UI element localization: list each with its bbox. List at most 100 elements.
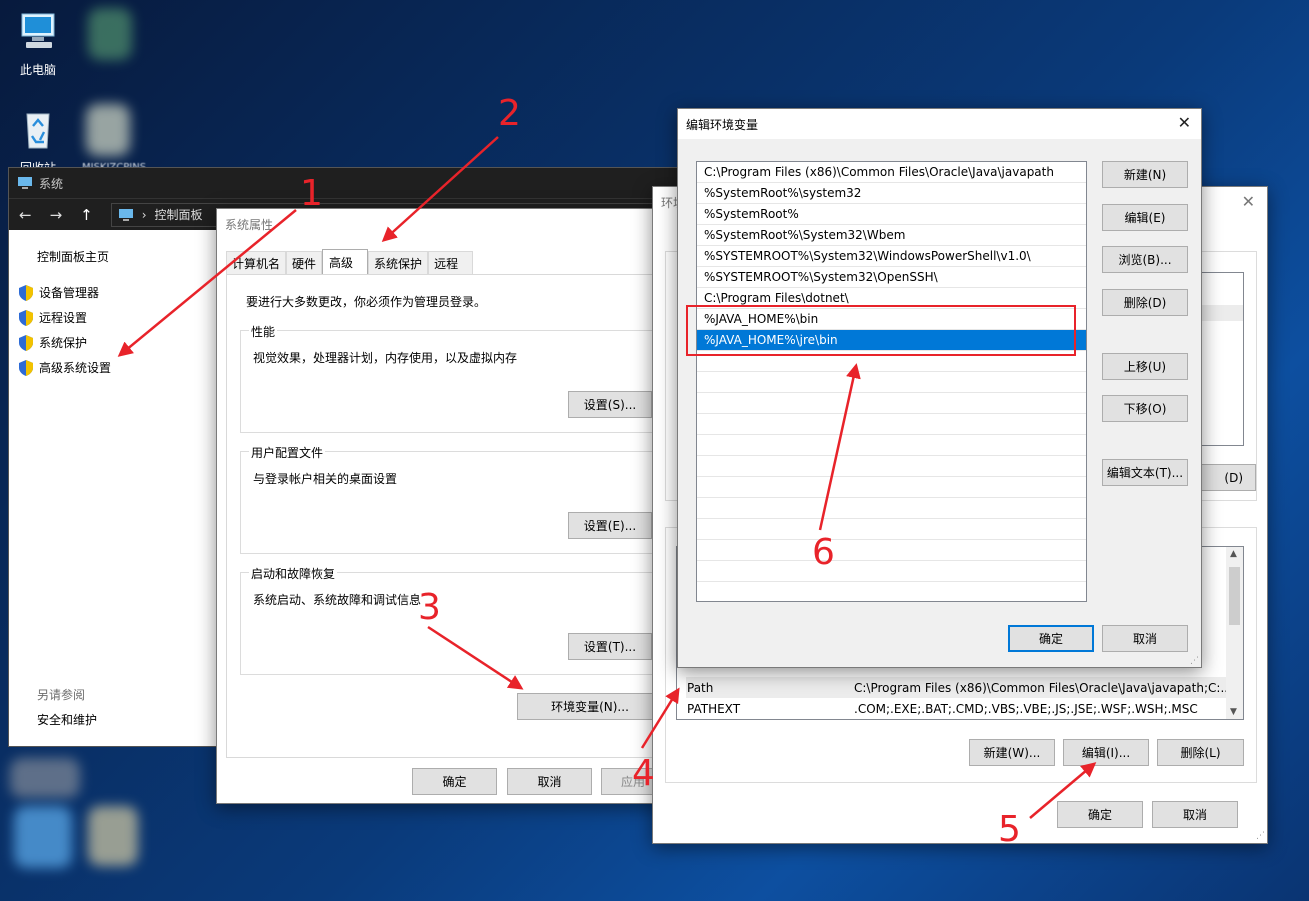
back-arrow-icon[interactable]: ← bbox=[19, 206, 32, 224]
cancel-button[interactable]: 取消 bbox=[1102, 625, 1188, 652]
tab-remote[interactable]: 远程 bbox=[428, 251, 474, 274]
list-item[interactable] bbox=[697, 393, 1086, 414]
performance-group: 性能 视觉效果，处理器计划，内存使用，以及虚拟内存 设置(S)... bbox=[240, 323, 670, 433]
move-up-button[interactable]: 上移(U) bbox=[1102, 353, 1188, 380]
list-item[interactable] bbox=[697, 561, 1086, 582]
list-item[interactable]: %SystemRoot%\system32 bbox=[697, 183, 1086, 204]
list-item[interactable]: %SYSTEMROOT%\System32\OpenSSH\ bbox=[697, 267, 1086, 288]
list-item[interactable] bbox=[697, 498, 1086, 519]
step-label-3: 3 bbox=[418, 587, 441, 628]
close-icon[interactable]: ✕ bbox=[1242, 192, 1255, 211]
list-item[interactable] bbox=[697, 414, 1086, 435]
performance-settings-button[interactable]: 设置(S)... bbox=[568, 391, 652, 418]
edit-path-button[interactable]: 编辑(E) bbox=[1102, 204, 1188, 231]
step-label-1: 1 bbox=[300, 173, 323, 214]
scroll-up-icon[interactable]: ▲ bbox=[1230, 549, 1237, 559]
cancel-button[interactable]: 取消 bbox=[507, 768, 592, 795]
ok-button[interactable]: 确定 bbox=[1008, 625, 1094, 652]
delete-path-button[interactable]: 删除(D) bbox=[1102, 289, 1188, 316]
ok-button[interactable]: 确定 bbox=[412, 768, 497, 795]
control-panel-home-link[interactable]: 控制面板主页 bbox=[37, 248, 109, 265]
new-variable-button[interactable]: 新建(W)... bbox=[969, 739, 1055, 766]
tab-system-protection[interactable]: 系统保护 bbox=[368, 251, 429, 274]
list-item[interactable] bbox=[697, 582, 1086, 601]
blurred-desktop-icon bbox=[14, 806, 72, 868]
step-label-6: 6 bbox=[812, 532, 835, 573]
breadcrumb[interactable]: 控制面板 bbox=[155, 206, 203, 223]
edit-variable-button[interactable]: 编辑(I)... bbox=[1063, 739, 1149, 766]
profile-settings-button[interactable]: 设置(E)... bbox=[568, 512, 652, 539]
list-item[interactable] bbox=[697, 372, 1086, 393]
scroll-down-icon[interactable]: ▼ bbox=[1230, 707, 1237, 717]
table-row[interactable]: PATHEXT .COM;.EXE;.BAT;.CMD;.VBS;.VBE;.J… bbox=[686, 698, 1226, 719]
sidebar-item-remote-settings[interactable]: 远程设置 bbox=[19, 309, 87, 326]
edit-text-button[interactable]: 编辑文本(T)... bbox=[1102, 459, 1188, 486]
sidebar-item-device-manager[interactable]: 设备管理器 bbox=[19, 284, 99, 301]
group-description: 系统启动、系统故障和调试信息 bbox=[253, 593, 422, 607]
scroll-thumb[interactable] bbox=[1229, 567, 1240, 625]
list-item[interactable]: C:\Program Files\dotnet\ bbox=[697, 288, 1086, 309]
dialog-titlebar[interactable]: 编辑环境变量 bbox=[678, 109, 1201, 139]
group-description: 视觉效果，处理器计划，内存使用，以及虚拟内存 bbox=[253, 351, 518, 365]
list-item[interactable]: %SYSTEMROOT%\System32\WindowsPowerShell\… bbox=[697, 246, 1086, 267]
shield-icon bbox=[19, 359, 33, 376]
desktop-icon-this-pc[interactable]: 此电脑 bbox=[2, 10, 74, 78]
desktop-icon-label: 此电脑 bbox=[19, 63, 56, 77]
startup-settings-button[interactable]: 设置(T)... bbox=[568, 633, 652, 660]
up-arrow-icon[interactable]: ↑ bbox=[80, 206, 93, 224]
list-item[interactable]: C:\Program Files (x86)\Common Files\Orac… bbox=[697, 162, 1086, 183]
list-item[interactable]: %SystemRoot%\System32\Wbem bbox=[697, 225, 1086, 246]
security-maintenance-link[interactable]: 安全和维护 bbox=[37, 711, 97, 728]
tab-advanced[interactable]: 高级 bbox=[322, 249, 369, 275]
computer-icon bbox=[18, 177, 32, 189]
close-icon[interactable]: ✕ bbox=[1178, 113, 1191, 132]
delete-variable-button[interactable]: 删除(L) bbox=[1157, 739, 1244, 766]
cancel-button[interactable]: 取消 bbox=[1152, 801, 1238, 828]
shield-icon bbox=[19, 309, 33, 326]
tab-strip: 计算机名 硬件 高级 系统保护 远程 bbox=[226, 249, 474, 275]
desktop-icon-recycle-bin[interactable]: 回收站 bbox=[2, 108, 74, 176]
dialog-titlebar[interactable]: 系统属性 bbox=[217, 209, 665, 239]
sidebar-item-label: 系统保护 bbox=[39, 336, 88, 350]
resize-grip-icon[interactable]: ⋰ bbox=[1256, 831, 1265, 841]
list-item[interactable]: %SystemRoot% bbox=[697, 204, 1086, 225]
group-label: 用户配置文件 bbox=[249, 444, 326, 461]
step-label-5: 5 bbox=[998, 809, 1021, 850]
vertical-scrollbar[interactable]: ▲ ▼ bbox=[1226, 547, 1243, 719]
sidebar-item-label: 设备管理器 bbox=[39, 286, 100, 300]
list-item[interactable] bbox=[697, 456, 1086, 477]
system-window-titlebar[interactable]: 系统 bbox=[9, 168, 707, 198]
ok-button[interactable]: 确定 bbox=[1057, 801, 1143, 828]
forward-arrow-icon[interactable]: → bbox=[50, 206, 63, 224]
list-item[interactable] bbox=[697, 351, 1086, 372]
environment-variables-button[interactable]: 环境变量(N)... bbox=[517, 693, 663, 720]
variable-name: Path bbox=[687, 680, 714, 695]
sidebar-item-label: 远程设置 bbox=[39, 311, 88, 325]
list-item[interactable] bbox=[697, 435, 1086, 456]
tab-computer-name[interactable]: 计算机名 bbox=[226, 251, 287, 274]
computer-icon bbox=[21, 13, 55, 48]
sidebar-item-label: 高级系统设置 bbox=[39, 361, 112, 375]
move-down-button[interactable]: 下移(O) bbox=[1102, 395, 1188, 422]
sidebar-item-system-protection[interactable]: 系统保护 bbox=[19, 334, 87, 351]
sidebar-item-advanced-settings[interactable]: 高级系统设置 bbox=[19, 359, 111, 376]
list-item[interactable] bbox=[697, 519, 1086, 540]
tab-hardware[interactable]: 硬件 bbox=[286, 251, 323, 274]
list-item[interactable]: %JAVA_HOME%\jre\bin bbox=[697, 330, 1086, 351]
table-row[interactable]: Path C:\Program Files (x86)\Common Files… bbox=[686, 677, 1226, 698]
list-item[interactable]: %JAVA_HOME%\bin bbox=[697, 309, 1086, 330]
blurred-desktop-icon bbox=[88, 806, 138, 866]
recycle-bin-icon bbox=[26, 113, 50, 149]
shield-icon bbox=[19, 334, 33, 351]
group-label: 性能 bbox=[249, 323, 278, 340]
startup-recovery-group: 启动和故障恢复 系统启动、系统故障和调试信息 设置(T)... bbox=[240, 565, 670, 675]
browse-button[interactable]: 浏览(B)... bbox=[1102, 246, 1188, 273]
edit-environment-variable-dialog: 编辑环境变量 ✕ C:\Program Files (x86)\Common F… bbox=[677, 108, 1202, 668]
new-path-button[interactable]: 新建(N) bbox=[1102, 161, 1188, 188]
path-list[interactable]: C:\Program Files (x86)\Common Files\Orac… bbox=[696, 161, 1087, 602]
group-label: 启动和故障恢复 bbox=[249, 565, 338, 582]
list-item[interactable] bbox=[697, 540, 1086, 561]
step-label-2: 2 bbox=[498, 93, 521, 134]
list-item[interactable] bbox=[697, 477, 1086, 498]
resize-grip-icon[interactable]: ⋰ bbox=[1190, 656, 1199, 666]
